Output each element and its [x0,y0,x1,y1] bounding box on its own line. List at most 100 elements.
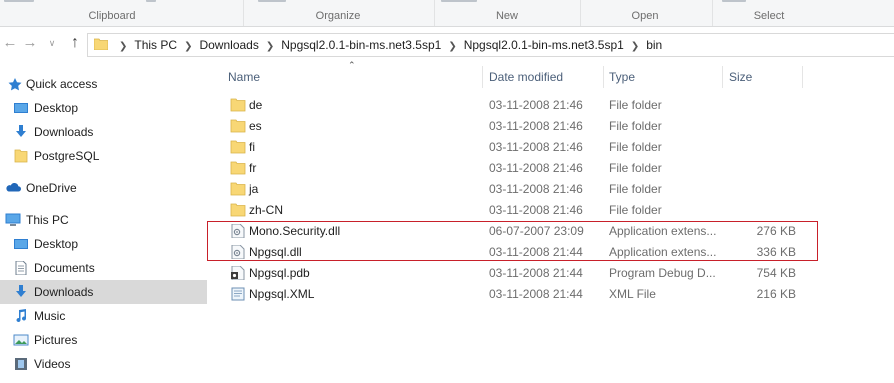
ribbon: Clipboard Organize New Open Select [0,0,894,27]
column-divider[interactable] [722,66,723,88]
breadcrumb-this-pc[interactable]: This PC [134,38,177,52]
file-type: Program Debug D... [609,266,716,280]
breadcrumb-bin[interactable]: bin [646,38,662,52]
sidebar-item-label: Desktop [34,101,79,115]
ribbon-group-select: Select [753,10,785,22]
file-row[interactable]: zh-CN 03-11-2008 21:46 File folder [210,200,894,221]
folder-icon [14,149,28,163]
file-date: 03-11-2008 21:46 [489,161,583,175]
sidebar-item-label: PostgreSQL [34,149,100,163]
sidebar-item-this-pc[interactable]: This PC [0,208,207,232]
sidebar-item-label: Documents [34,261,95,275]
dll-file-icon [231,224,245,238]
chevron-right-icon[interactable]: ❯ [177,41,199,52]
sidebar-item-desktop[interactable]: Desktop [0,96,207,120]
file-type: File folder [609,203,662,217]
up-arrow-icon[interactable]: ↑ [66,34,84,52]
file-row[interactable]: Npgsql.XML 03-11-2008 21:44 XML File 216… [210,284,894,305]
column-header-size[interactable]: Size [729,70,752,84]
ribbon-group-clipboard: Clipboard [88,10,136,22]
file-size: 276 KB [756,224,796,238]
file-size: 336 KB [756,245,796,259]
breadcrumb-downloads[interactable]: Downloads [199,38,258,52]
column-header-date[interactable]: Date modified [489,70,563,84]
file-type: Application extens... [609,245,717,259]
forward-arrow-icon[interactable]: → [21,34,39,52]
file-list: ⌃ Name Date modified Type Size de 03-11-… [207,60,894,383]
file-row[interactable]: de 03-11-2008 21:46 File folder [210,95,894,116]
file-date: 03-11-2008 21:44 [489,266,583,280]
file-type: Application extens... [609,224,717,238]
column-header-type[interactable]: Type [609,70,635,84]
folder-icon [94,38,108,50]
chevron-right-icon[interactable]: ❯ [624,41,646,52]
file-name: Mono.Security.dll [249,224,341,238]
sidebar-item-label: Desktop [34,237,79,251]
file-size: 754 KB [756,266,796,280]
file-type: File folder [609,182,662,196]
file-row[interactable]: es 03-11-2008 21:46 File folder [210,116,894,137]
chevron-right-icon[interactable]: ❯ [112,41,134,52]
download-arrow-icon [16,285,26,297]
column-divider[interactable] [802,66,803,88]
file-name: fi [249,140,255,154]
sidebar-item-documents[interactable]: Documents [0,256,207,280]
file-type: XML File [609,287,656,301]
film-icon [15,358,27,370]
column-divider[interactable] [603,66,604,88]
sidebar-item-label: OneDrive [26,181,77,195]
ribbon-select-item[interactable] [722,0,746,2]
ribbon-checkbox[interactable] [146,0,156,2]
sidebar-item-pictures[interactable]: Pictures [0,328,207,352]
address-bar[interactable]: ❯ This PC ❯ Downloads ❯ Npgsql2.0.1-bin-ms.ne… [87,33,894,57]
star-icon [8,78,22,91]
folder-icon [230,182,246,196]
file-date: 03-11-2008 21:44 [489,287,583,301]
ribbon-new-folder-item[interactable] [441,0,477,2]
sidebar-item-downloads[interactable]: Downloads [0,120,207,144]
folder-icon [230,203,246,217]
sidebar-item-postgresql[interactable]: PostgreSQL [0,144,207,168]
sidebar-item-videos[interactable]: Videos [0,352,207,376]
file-row[interactable]: Mono.Security.dll 06-07-2007 23:09 Appli… [210,221,894,242]
file-name: Npgsql.XML [249,287,315,301]
file-name: ja [249,182,259,196]
pdb-file-icon [231,266,245,280]
sidebar-item-downloads-pc[interactable]: Downloads [0,280,207,304]
column-divider[interactable] [482,66,483,88]
sidebar-item-label: Downloads [34,285,94,299]
sidebar-item-onedrive[interactable]: OneDrive [0,176,207,200]
file-type: File folder [609,119,662,133]
chevron-right-icon[interactable]: ❯ [441,41,463,52]
computer-icon [5,213,21,226]
breadcrumb-npgsql-outer[interactable]: Npgsql2.0.1-bin-ms.net3.5sp1 [281,38,441,52]
folder-icon [230,161,246,175]
folder-icon [230,140,246,154]
ribbon-group-new: New [495,10,518,22]
file-row[interactable]: fi 03-11-2008 21:46 File folder [210,137,894,158]
file-row[interactable]: ja 03-11-2008 21:46 File folder [210,179,894,200]
breadcrumb-npgsql-inner[interactable]: Npgsql2.0.1-bin-ms.net3.5sp1 [464,38,624,52]
file-row[interactable]: Npgsql.pdb 03-11-2008 21:44 Program Debu… [210,263,894,284]
chevron-right-icon[interactable]: ❯ [259,41,281,52]
sidebar-item-label: Music [34,309,66,323]
music-note-icon [16,309,27,323]
back-arrow-icon[interactable]: ← [1,34,19,52]
ribbon-divider [243,0,244,26]
file-row[interactable]: Npgsql.dll 03-11-2008 21:44 Application … [210,242,894,263]
sidebar-item-quick-access[interactable]: Quick access [0,72,207,96]
file-date: 03-11-2008 21:46 [489,203,583,217]
recent-locations-chevron-icon[interactable]: ∨ [43,34,61,52]
sidebar-item-music[interactable]: Music [0,304,207,328]
file-name: fr [249,161,257,175]
file-row[interactable]: fr 03-11-2008 21:46 File folder [210,158,894,179]
column-header-row: ⌃ Name Date modified Type Size [210,60,894,90]
column-header-name[interactable]: Name [228,70,260,84]
ribbon-organize-item[interactable] [258,0,286,2]
file-size: 216 KB [756,287,796,301]
ribbon-cut-item[interactable] [4,0,34,2]
xml-file-icon [231,287,245,301]
sidebar-item-desktop-pc[interactable]: Desktop [0,232,207,256]
cloud-icon [6,183,21,192]
file-name: es [249,119,262,133]
